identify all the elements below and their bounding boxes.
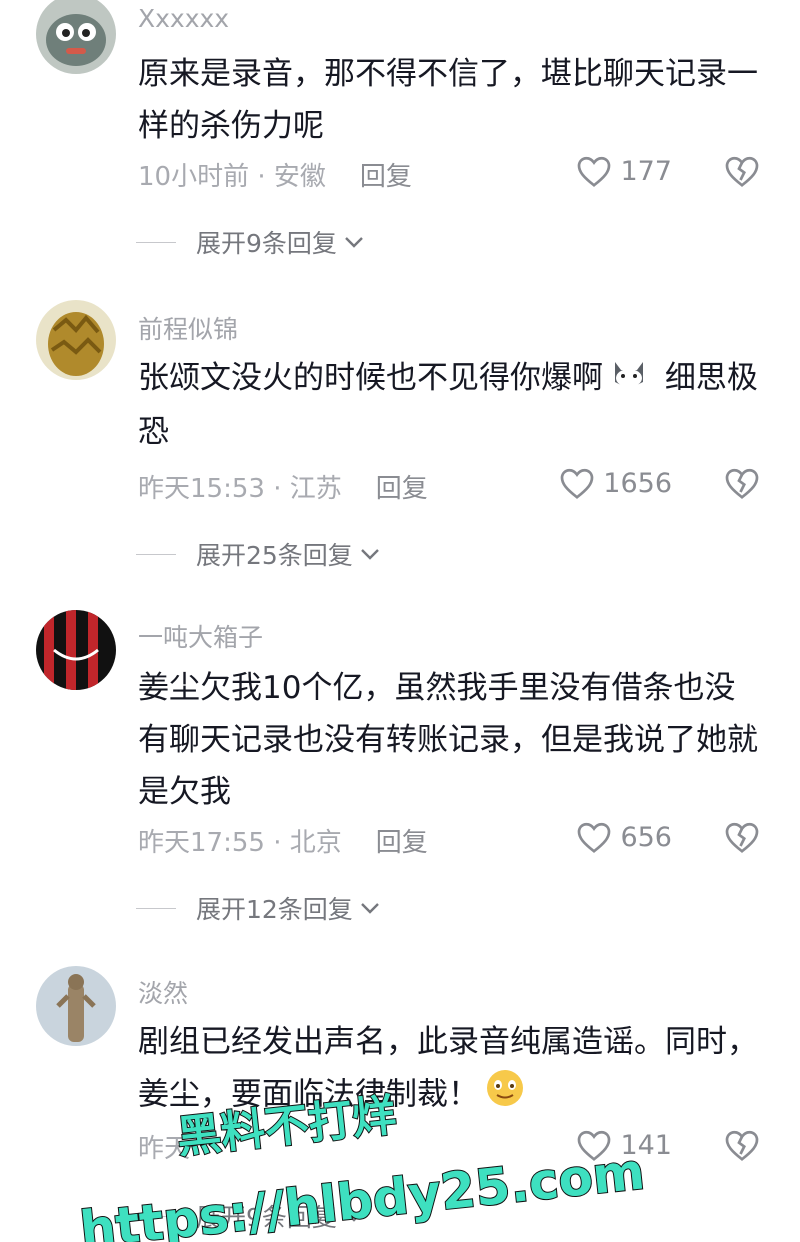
comment-text-body: 原来是录音，那不得不信了，堪比聊天记录一样的杀伤力呢 bbox=[138, 56, 758, 144]
dislike-button[interactable] bbox=[724, 820, 760, 858]
avatar[interactable] bbox=[36, 300, 116, 380]
like-count: 1656 bbox=[603, 467, 672, 499]
like-count: 177 bbox=[620, 155, 672, 187]
time-location: 昨天 bbox=[138, 1134, 191, 1164]
broken-heart-icon bbox=[725, 156, 759, 187]
heart-icon bbox=[578, 1130, 611, 1161]
heart-icon bbox=[578, 822, 611, 853]
expand-replies-label: 展开9条回复 bbox=[196, 229, 337, 258]
avatar[interactable] bbox=[36, 966, 116, 1046]
comment-text: 张颂文没火的时候也不见得你爆啊 细思极恐 bbox=[138, 352, 758, 458]
divider bbox=[136, 1215, 176, 1217]
avatar[interactable] bbox=[36, 610, 116, 690]
username[interactable]: 淡然 bbox=[138, 974, 188, 1010]
like-count: 656 bbox=[620, 821, 672, 853]
time-location: 10小时前 · 安徽 bbox=[138, 162, 326, 192]
comment-meta: 昨天15:53 · 江苏 回复 bbox=[138, 468, 428, 505]
expand-replies-button[interactable]: 展开9条回复 bbox=[136, 224, 365, 260]
divider bbox=[136, 241, 176, 243]
broken-heart-icon bbox=[725, 822, 759, 853]
reply-button[interactable]: 回复 bbox=[376, 468, 428, 505]
expand-replies-button[interactable]: 展开12条回复 bbox=[136, 890, 381, 926]
broken-heart-icon bbox=[725, 468, 759, 499]
comment-text-body: 剧组已经发出声名，此录音纯属造谣。同时，姜尘，要面临法律制裁！ bbox=[138, 1024, 758, 1113]
username[interactable]: 一吨大箱子 bbox=[138, 618, 263, 654]
username[interactable]: 前程似锦 bbox=[138, 310, 238, 346]
smile-emoji-icon bbox=[485, 1068, 525, 1124]
chevron-down-icon bbox=[345, 1211, 363, 1222]
comment-text: 原来是录音，那不得不信了，堪比聊天记录一样的杀伤力呢 bbox=[138, 48, 758, 152]
divider bbox=[136, 907, 176, 909]
reply-button[interactable]: 回复 bbox=[376, 822, 428, 859]
comment-meta: 昨天 回复 bbox=[138, 1128, 276, 1165]
chevron-down-icon bbox=[360, 549, 379, 560]
like-button[interactable]: 177 bbox=[576, 154, 672, 188]
dislike-button[interactable] bbox=[724, 466, 760, 504]
divider bbox=[136, 553, 176, 555]
cat-emoji-icon bbox=[609, 354, 649, 406]
expand-replies-label: 展开25条回复 bbox=[196, 541, 353, 570]
heart-icon bbox=[578, 156, 611, 187]
expand-replies-label: 展开12条回复 bbox=[196, 895, 353, 924]
expand-replies-button[interactable]: 展开9条回复 bbox=[136, 1198, 365, 1234]
like-button[interactable]: 656 bbox=[576, 820, 672, 854]
comment-text-body: 姜尘欠我10个亿，虽然我手里没有借条也没有聊天记录也没有转账记录，但是我说了她就… bbox=[138, 670, 758, 810]
expand-replies-button[interactable]: 展开25条回复 bbox=[136, 536, 381, 572]
chevron-down-icon bbox=[345, 237, 363, 248]
comment-meta: 10小时前 · 安徽 回复 bbox=[138, 156, 412, 193]
expand-replies-label: 展开9条回复 bbox=[196, 1203, 337, 1232]
comment-meta: 昨天17:55 · 北京 回复 bbox=[138, 822, 428, 859]
avatar[interactable] bbox=[36, 0, 116, 74]
dislike-button[interactable] bbox=[724, 1128, 760, 1166]
username[interactable]: Xxxxxx bbox=[138, 4, 229, 33]
heart-icon bbox=[560, 468, 594, 499]
comment-text: 剧组已经发出声名，此录音纯属造谣。同时，姜尘，要面临法律制裁！ bbox=[138, 1016, 758, 1124]
comment-text: 姜尘欠我10个亿，虽然我手里没有借条也没有聊天记录也没有转账记录，但是我说了她就… bbox=[138, 662, 758, 818]
chevron-down-icon bbox=[360, 903, 379, 914]
time-location: 昨天15:53 · 江苏 bbox=[138, 474, 342, 504]
like-button[interactable]: 141 bbox=[576, 1128, 672, 1162]
dislike-button[interactable] bbox=[724, 154, 760, 192]
time-location: 昨天17:55 · 北京 bbox=[138, 828, 342, 858]
comment-text-body: 张颂文没火的时候也不见得你爆啊 bbox=[138, 360, 603, 396]
like-count: 141 bbox=[620, 1129, 672, 1161]
like-button[interactable]: 1656 bbox=[559, 466, 672, 500]
reply-button[interactable]: 回复 bbox=[360, 156, 412, 193]
broken-heart-icon bbox=[725, 1130, 759, 1161]
